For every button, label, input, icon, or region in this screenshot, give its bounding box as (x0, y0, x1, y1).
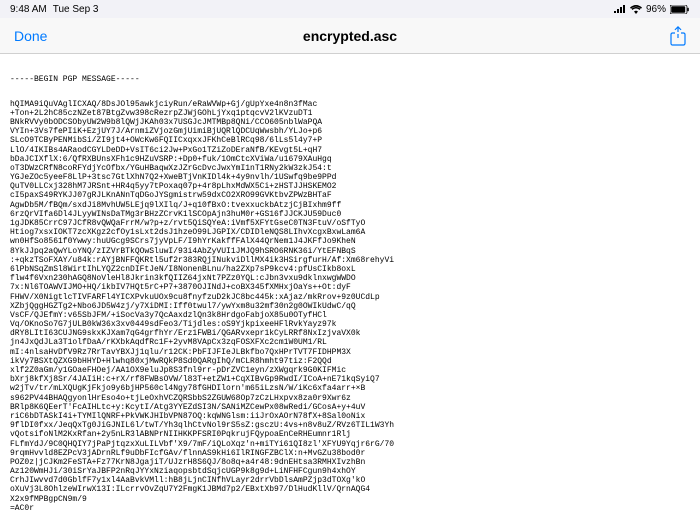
battery-percent: 96% (646, 4, 666, 15)
page-title: encrypted.asc (303, 28, 397, 44)
share-icon (670, 26, 686, 46)
status-right: 96% (614, 4, 690, 15)
wifi-icon (630, 5, 642, 14)
done-button[interactable]: Done (14, 28, 47, 44)
status-time: 9:48 AM (10, 4, 47, 15)
signal-icon (614, 5, 626, 13)
share-button[interactable] (670, 26, 686, 46)
nav-bar: Done encrypted.asc (0, 18, 700, 54)
pgp-begin: -----BEGIN PGP MESSAGE----- (10, 75, 690, 84)
status-left: 9:48 AM Tue Sep 3 (10, 4, 98, 15)
battery-icon (670, 5, 690, 14)
status-bar: 9:48 AM Tue Sep 3 96% (0, 0, 700, 18)
pgp-body: hQIMA9iQuVAglICXAQ/8DsJOl95awkjciyRun/eR… (10, 100, 690, 513)
status-date: Tue Sep 3 (53, 4, 99, 15)
file-content: -----BEGIN PGP MESSAGE----- hQIMA9iQuVAg… (0, 54, 700, 525)
